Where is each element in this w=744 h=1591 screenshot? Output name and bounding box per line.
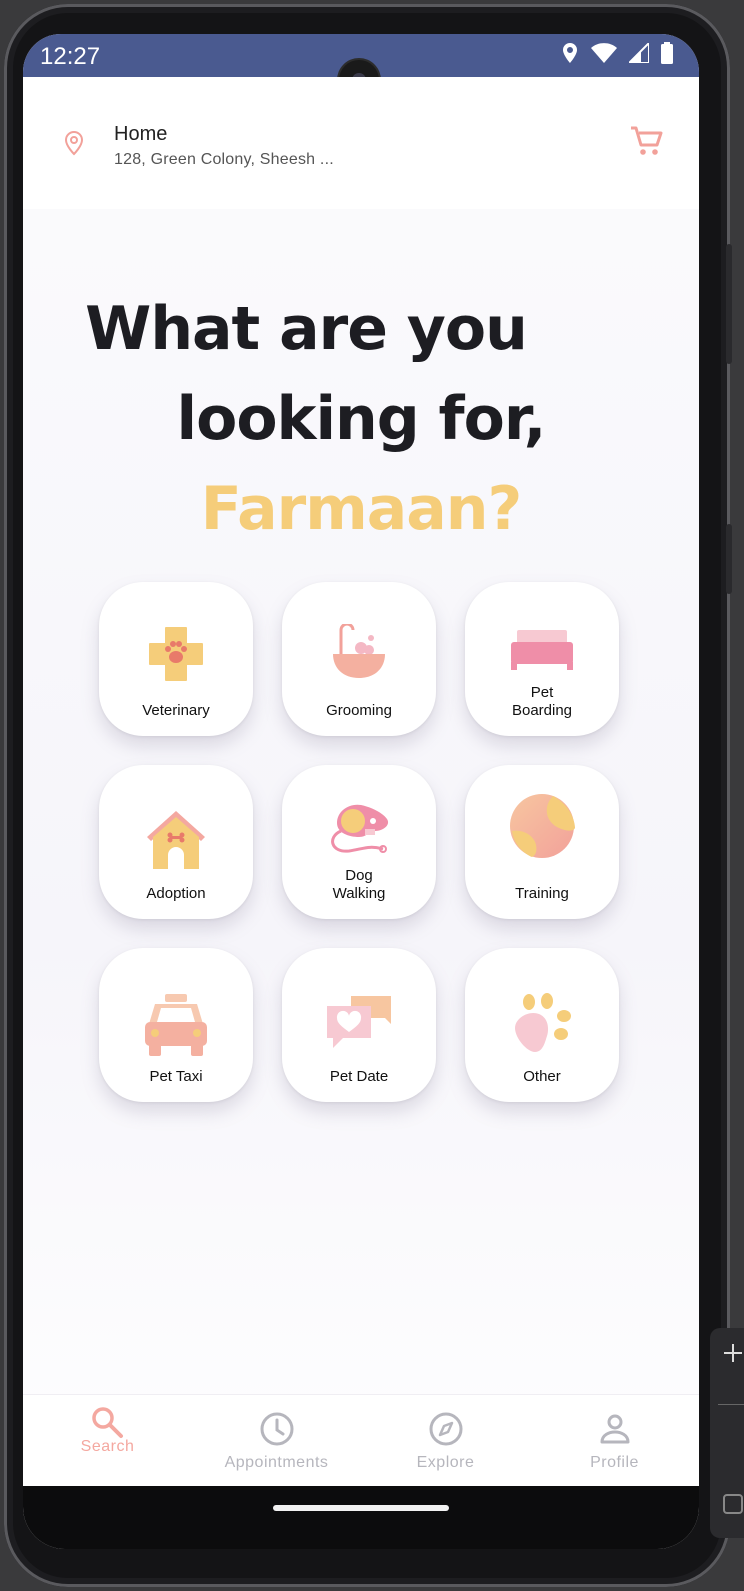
paw-icon: [515, 993, 571, 1052]
bottom-navigation: Search Appointments Explore Profile: [23, 1394, 699, 1487]
location-icon: [563, 43, 577, 63]
chat-heart-icon: [327, 996, 391, 1048]
status-icons: [561, 42, 673, 64]
service-pet-date[interactable]: Pet Date: [282, 948, 436, 1102]
tennis-ball-icon: [510, 794, 575, 858]
nav-label-profile: Profile: [590, 1454, 639, 1471]
service-veterinary[interactable]: Veterinary: [99, 582, 253, 736]
service-label: Pet Date: [329, 1068, 389, 1085]
signal-icon: [629, 43, 649, 63]
taxi-icon: [145, 994, 207, 1056]
nav-label-appointments: Appointments: [224, 1454, 329, 1471]
home-gesture-bar[interactable]: [273, 1505, 449, 1511]
divider: [718, 1404, 744, 1405]
location-pin-icon: [63, 130, 85, 161]
veterinary-icon: [149, 627, 203, 681]
battery-icon: [661, 42, 673, 64]
nav-label-search: Search: [80, 1438, 135, 1455]
nav-search[interactable]: Search: [23, 1395, 192, 1487]
dog-house-icon: [147, 811, 205, 869]
service-label: Training: [515, 885, 569, 902]
service-label: Pet Boarding: [511, 684, 573, 719]
user-name: Farmaan?: [200, 474, 523, 544]
nav-explore[interactable]: Explore: [361, 1395, 530, 1487]
profile-icon: [600, 1414, 630, 1444]
service-other[interactable]: Other: [465, 948, 619, 1102]
volume-button: [726, 244, 732, 364]
headline-line-2: looking for,: [176, 384, 547, 454]
service-adoption[interactable]: Adoption: [99, 765, 253, 919]
page-headline: What are you looking for, Farmaan?: [23, 284, 699, 554]
nav-profile[interactable]: Profile: [530, 1395, 699, 1487]
gesture-area: [23, 1486, 699, 1549]
power-button: [726, 524, 732, 594]
service-dog-walking[interactable]: Dog Walking: [282, 765, 436, 919]
location-header[interactable]: Home 128, Green Colony, Sheesh ...: [23, 77, 699, 209]
grooming-icon: [333, 624, 385, 678]
plus-icon[interactable]: [722, 1342, 744, 1364]
service-grooming[interactable]: Grooming: [282, 582, 436, 736]
app-screen: 12:27 Home 128, Green Colony, Sheesh ...…: [23, 34, 699, 1549]
service-training[interactable]: Training: [465, 765, 619, 919]
wifi-icon: [591, 43, 617, 63]
service-label: Dog Walking: [332, 867, 386, 902]
compass-icon: [429, 1412, 463, 1446]
emulator-side-panel: [710, 1328, 744, 1538]
cart-icon[interactable]: [629, 123, 665, 164]
service-label: Pet Taxi: [149, 1068, 203, 1085]
location-title: Home: [114, 123, 168, 145]
service-label: Adoption: [146, 885, 206, 902]
headline-line-1: What are you: [85, 294, 528, 364]
location-address: 128, Green Colony, Sheesh ...: [114, 151, 334, 168]
service-label: Other: [523, 1068, 561, 1085]
service-pet-boarding[interactable]: Pet Boarding: [465, 582, 619, 736]
service-label: Grooming: [326, 702, 392, 719]
nav-appointments[interactable]: Appointments: [192, 1395, 361, 1487]
nav-label-explore: Explore: [416, 1454, 475, 1471]
search-icon: [92, 1407, 123, 1438]
bed-icon: [511, 630, 573, 670]
status-time: 12:27: [40, 43, 101, 70]
service-pet-taxi[interactable]: Pet Taxi: [99, 948, 253, 1102]
service-label: Veterinary: [142, 702, 210, 719]
resize-icon[interactable]: [722, 1493, 744, 1515]
leash-icon: [331, 804, 389, 853]
clock-icon: [260, 1412, 294, 1446]
